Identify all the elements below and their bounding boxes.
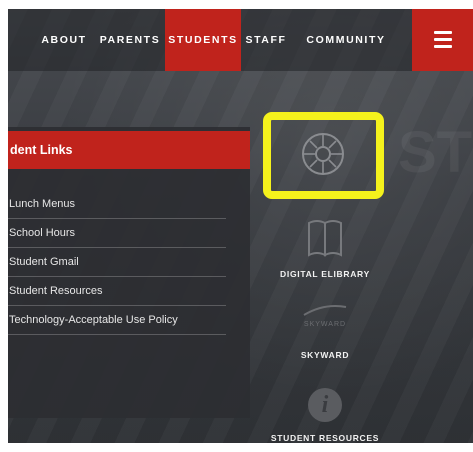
students-page: ABOUT PARENTS STUDENTS STAFF COMMUNITY S…: [8, 9, 473, 443]
nav-students[interactable]: STUDENTS: [165, 9, 241, 71]
nav-community[interactable]: COMMUNITY: [294, 9, 398, 71]
skyward-logo-icon: SKYWARD: [303, 305, 347, 328]
student-resources-label: STUDENT RESOURCES: [270, 433, 380, 443]
svg-text:SKYWARD: SKYWARD: [304, 321, 346, 328]
link-school-hours[interactable]: School Hours: [8, 219, 226, 248]
panel-title: dent Links: [8, 131, 250, 169]
skyward-label: SKYWARD: [300, 350, 350, 360]
nav-about[interactable]: ABOUT: [34, 9, 94, 71]
skyward-link[interactable]: SKYWARD SKYWARD: [260, 299, 390, 369]
student-resources-tile[interactable]: i STUDENT RESOURCES: [260, 384, 390, 443]
highlight-box: [263, 112, 384, 199]
link-student-gmail[interactable]: Student Gmail: [8, 248, 226, 277]
digital-elibrary-link[interactable]: DIGITAL ELIBRARY: [260, 209, 390, 289]
open-book-icon: [308, 220, 342, 257]
link-lunch-menus[interactable]: Lunch Menus: [8, 190, 226, 219]
link-technology-policy[interactable]: Technology-Acceptable Use Policy: [8, 306, 226, 335]
student-links-panel: dent Links Lunch Menus School Hours Stud…: [8, 127, 250, 418]
nav-staff[interactable]: STAFF: [241, 9, 291, 71]
digital-elibrary-label: DIGITAL ELIBRARY: [280, 269, 370, 279]
link-student-resources[interactable]: Student Resources: [8, 277, 226, 306]
nav-parents[interactable]: PARENTS: [94, 9, 166, 71]
info-icon: i: [308, 388, 342, 422]
background-word: STUDENTS: [398, 120, 473, 185]
top-nav: ABOUT PARENTS STUDENTS STAFF COMMUNITY: [8, 9, 473, 71]
hamburger-menu-button[interactable]: [412, 9, 473, 71]
